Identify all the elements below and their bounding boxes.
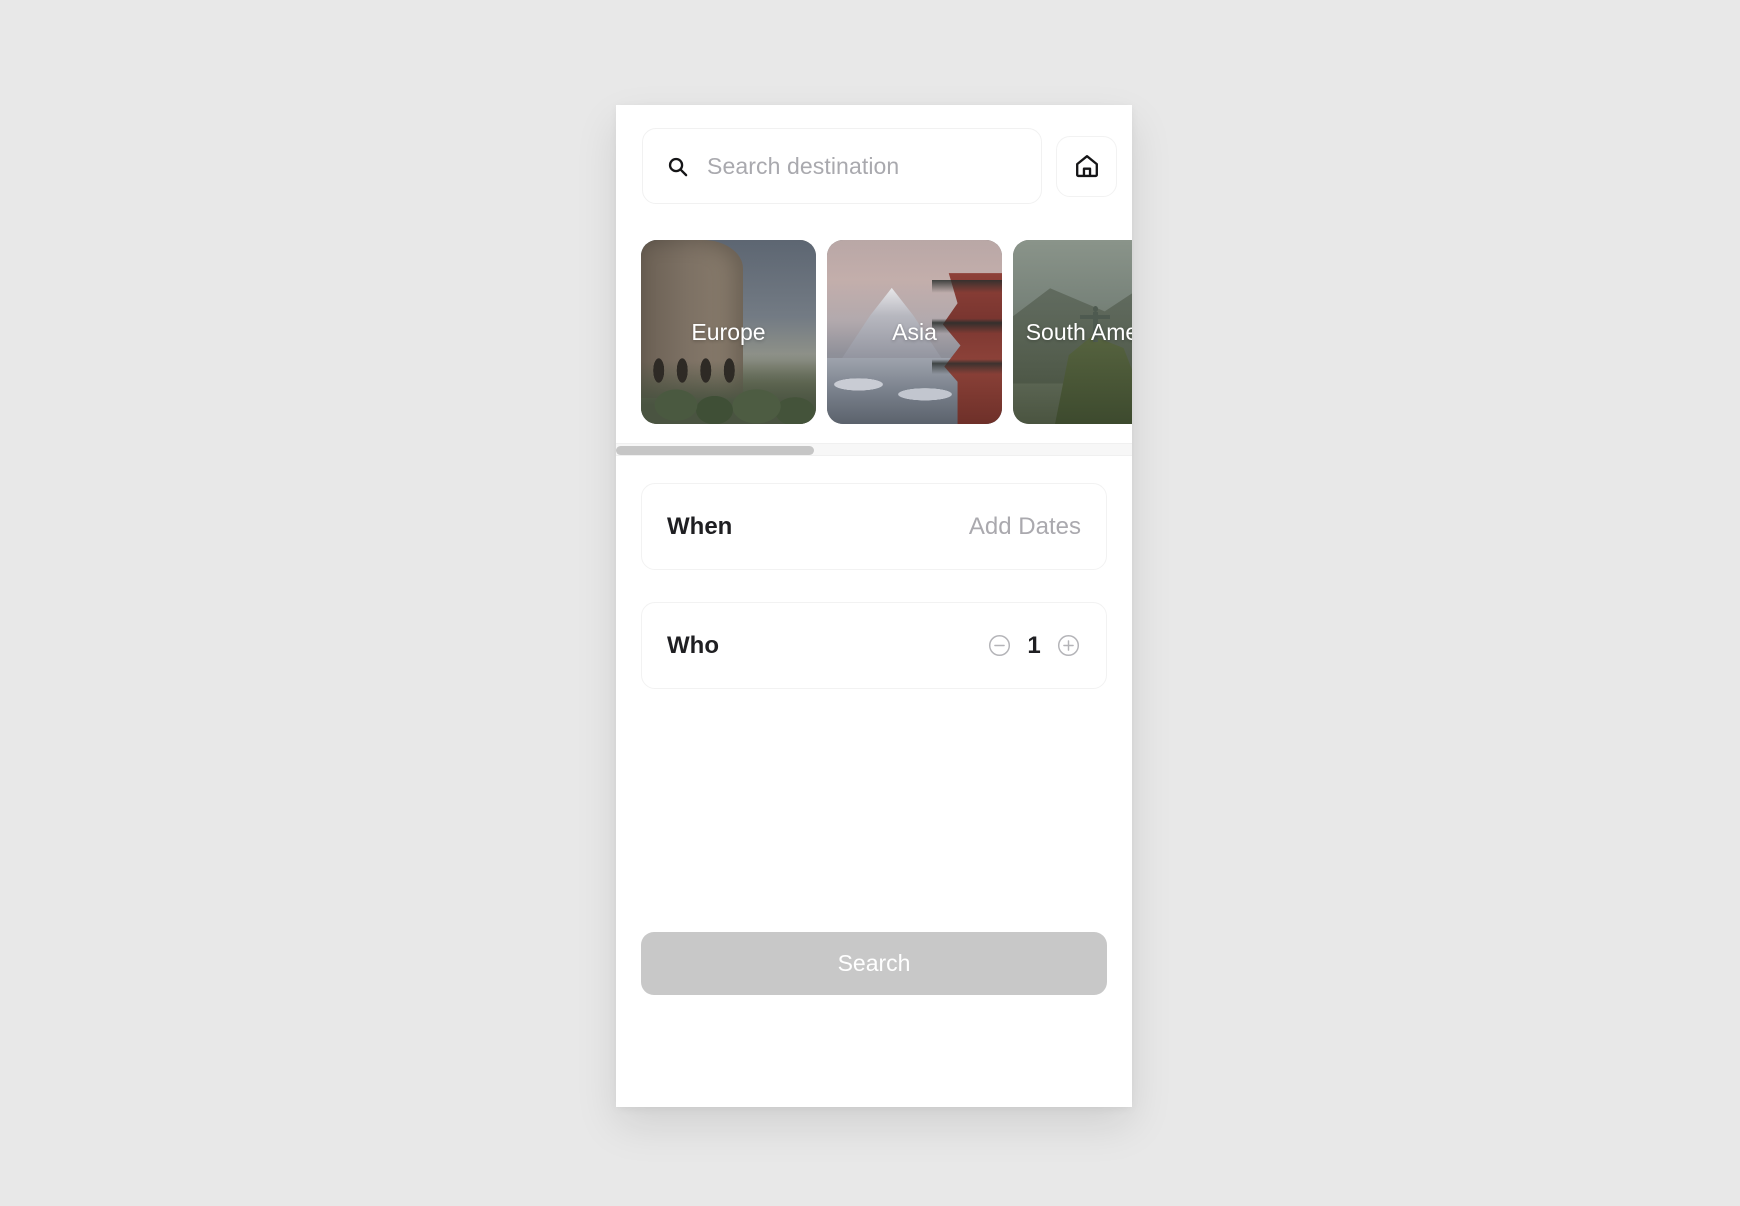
app-background: Search destination Europe Asia South Ame…: [0, 0, 1740, 1206]
guest-count: 1: [1027, 631, 1041, 659]
destination-label: South America: [1025, 318, 1132, 345]
search-input[interactable]: Search destination: [642, 128, 1042, 204]
who-row: Who 1: [641, 602, 1107, 689]
destination-card-asia[interactable]: Asia: [827, 240, 1002, 424]
search-panel: Search destination Europe Asia South Ame…: [616, 105, 1132, 1107]
tree-line: [641, 361, 816, 424]
carousel-scrollbar-thumb[interactable]: [616, 446, 814, 455]
search-icon: [668, 157, 688, 176]
guest-stepper: 1: [987, 632, 1081, 660]
minus-circle-icon[interactable]: [987, 633, 1012, 658]
destination-card-south-america[interactable]: South America: [1013, 240, 1132, 424]
when-row[interactable]: When Add Dates: [641, 483, 1107, 570]
when-value[interactable]: Add Dates: [969, 513, 1081, 541]
destination-label: Asia: [892, 318, 937, 345]
destination-label: Europe: [691, 318, 766, 345]
plus-circle-icon[interactable]: [1056, 633, 1081, 658]
home-button[interactable]: [1056, 135, 1117, 197]
destination-card-europe[interactable]: Europe: [641, 240, 816, 424]
search-placeholder-text: Search destination: [707, 152, 900, 179]
when-label: When: [667, 512, 733, 540]
carousel-scrollbar[interactable]: [616, 443, 1132, 456]
destination-carousel[interactable]: Europe Asia South Ame: [616, 240, 1132, 424]
who-label: Who: [667, 631, 719, 659]
search-submit-button[interactable]: Search: [641, 932, 1107, 995]
search-header: Search destination: [616, 105, 1132, 204]
home-icon: [1075, 155, 1098, 178]
